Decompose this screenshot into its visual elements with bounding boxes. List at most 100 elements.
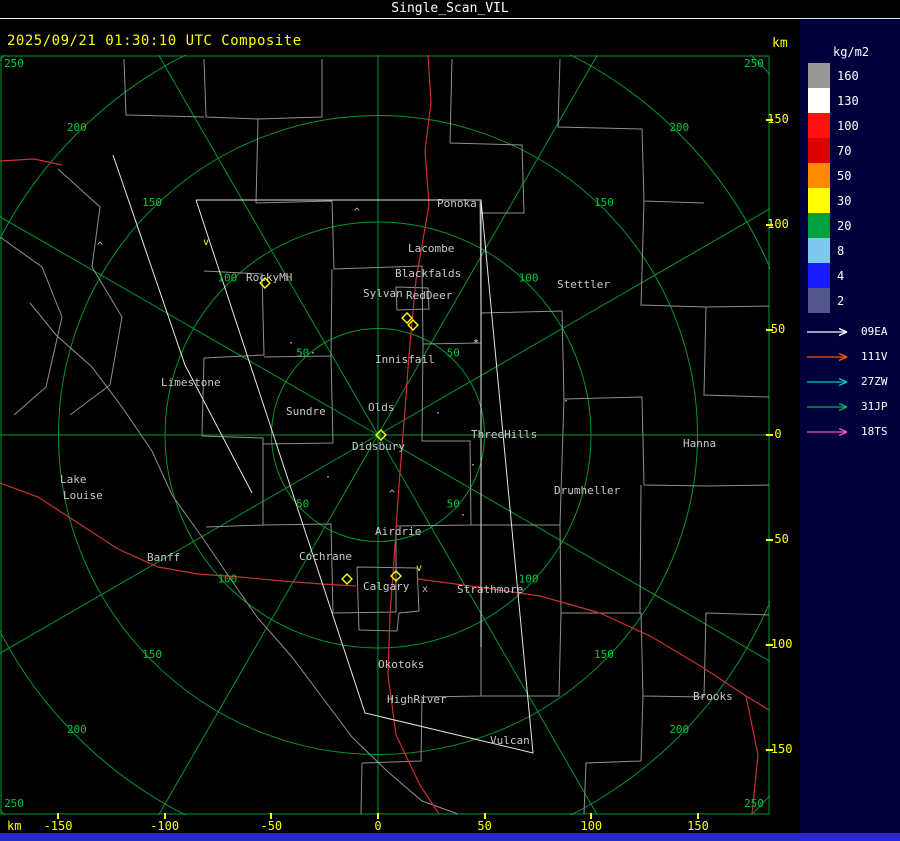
city-label: RedDeer	[406, 289, 453, 302]
map-marker: ·	[435, 408, 441, 419]
colorbar-entry: 100	[808, 113, 859, 138]
x-tick-label: 50	[477, 819, 492, 833]
county-boundary	[471, 524, 705, 698]
county-boundary	[703, 306, 770, 398]
county-boundary	[449, 58, 525, 214]
y-tick-label: 50	[770, 322, 786, 336]
range-ring-label: 250	[4, 57, 24, 70]
city-label: Calgary	[363, 580, 410, 593]
county-boundary	[360, 762, 363, 815]
colorbar-unit-label: kg/m2	[833, 45, 870, 59]
range-ring-label: 250	[4, 797, 24, 810]
county-boundary	[563, 396, 770, 487]
range-ring-label: 100	[217, 573, 237, 586]
radar-legend-entry: 09EA	[805, 319, 888, 344]
county-boundary	[255, 200, 423, 270]
map-marker: ·	[460, 510, 466, 521]
colorbar-value: 70	[837, 143, 852, 158]
city-label: Strathmore	[457, 583, 523, 596]
radar-id: 18TS	[861, 425, 888, 438]
radar-id: 111V	[861, 350, 888, 363]
map-marker: ^	[389, 489, 395, 500]
colorbar-swatch	[808, 213, 830, 238]
map-marker: *	[473, 338, 479, 349]
colorbar-entry: 20	[808, 213, 859, 238]
county-boundary	[583, 695, 644, 815]
map-marker: ·	[563, 396, 569, 407]
radar-map[interactable]: 5050505010010010010015015015015020020020…	[0, 55, 770, 815]
county-boundary	[361, 613, 482, 764]
range-ring-label: 250	[744, 797, 764, 810]
county-boundary	[203, 58, 259, 120]
city-label: ThreeHills	[471, 428, 537, 441]
app-window: Single_Scan_VIL 2025/09/21 01:30:10 UTC …	[0, 0, 900, 841]
scan-timestamp: 2025/09/21 01:30:10 UTC Composite	[7, 33, 302, 49]
radar-site-marker	[401, 312, 413, 324]
y-tick-label: -100	[763, 637, 793, 651]
map-marker: v	[203, 237, 209, 248]
colorbar-swatch	[808, 163, 830, 188]
legend-panel: kg/m2 160 130 100 70 50 30 20 8 4 2 09EA 111V 27ZW 3…	[800, 19, 900, 833]
city-label: Drumheller	[554, 484, 621, 497]
radar-arrow-icon	[807, 427, 848, 436]
county-boundary	[201, 435, 264, 528]
map-marker: ·	[325, 472, 331, 483]
window-title: Single_Scan_VIL	[0, 0, 900, 19]
x-tick-label: 0	[374, 819, 382, 833]
range-ring-label: 50	[296, 347, 309, 360]
radar-legend-entry: 111V	[805, 344, 888, 369]
colorbar-value: 4	[837, 268, 845, 283]
bottom-strip	[0, 833, 900, 841]
x-tick-label: 100	[580, 819, 603, 833]
colorbar-value: 50	[837, 168, 852, 183]
map-marker: ·	[288, 338, 294, 349]
county-boundary	[57, 168, 123, 416]
county-boundary	[201, 270, 265, 437]
radial-line	[0, 434, 379, 654]
range-ring-label: 200	[669, 723, 689, 736]
colorbar-entry: 2	[808, 288, 859, 313]
colorbar-entry: 4	[808, 263, 859, 288]
y-tick-label: 0	[774, 427, 782, 441]
radial-line	[377, 434, 598, 815]
colorbar-entry: 130	[808, 88, 859, 113]
radar-arrow-icon	[807, 327, 848, 336]
colorbar-value: 130	[837, 93, 859, 108]
range-ring-label: 150	[594, 196, 614, 209]
radar-id: 31JP	[861, 400, 888, 413]
map-marker: ·	[470, 460, 476, 471]
city-label: Banff	[147, 551, 180, 564]
x-tick-label: 150	[687, 819, 709, 833]
range-ring-label: 50	[296, 497, 309, 510]
range-ring-label: 150	[594, 648, 614, 661]
range-ring-label: 100	[519, 271, 539, 284]
colorbar-swatch	[808, 263, 830, 288]
colorbar-value: 2	[837, 293, 845, 308]
radar-legend-list: 09EA 111V 27ZW 31JP 18TS	[805, 319, 888, 444]
colorbar-swatch	[808, 113, 830, 138]
city-label: Cochrane	[299, 550, 352, 563]
range-ring-label: 200	[67, 723, 87, 736]
x-axis-unit: km	[7, 819, 22, 833]
range-ring-label: 50	[447, 497, 460, 510]
range-ring-label: 150	[142, 648, 162, 661]
county-boundary	[639, 484, 642, 614]
range-ring-label: 250	[744, 57, 764, 70]
range-ring-label: 200	[669, 121, 689, 134]
city-label: Blackfalds	[395, 267, 461, 280]
colorbar-entry: 30	[808, 188, 859, 213]
city-label: Stettler	[557, 278, 610, 291]
radar-legend-entry: 27ZW	[805, 369, 888, 394]
y-tick-label: 100	[767, 217, 789, 231]
range-ring-label: 150	[142, 196, 162, 209]
city-label: Vulcan	[490, 734, 530, 747]
x-tick-label: -50	[260, 819, 283, 833]
radar-legend-entry: 18TS	[805, 419, 888, 444]
right-axis-unit: km	[772, 36, 788, 51]
radar-legend-entry: 31JP	[805, 394, 888, 419]
radar-arrow-icon	[807, 402, 848, 411]
colorbar-swatch	[808, 238, 830, 263]
county-boundary	[262, 355, 334, 445]
map-marker: x	[422, 584, 428, 595]
x-tick-label: -150	[43, 819, 73, 833]
